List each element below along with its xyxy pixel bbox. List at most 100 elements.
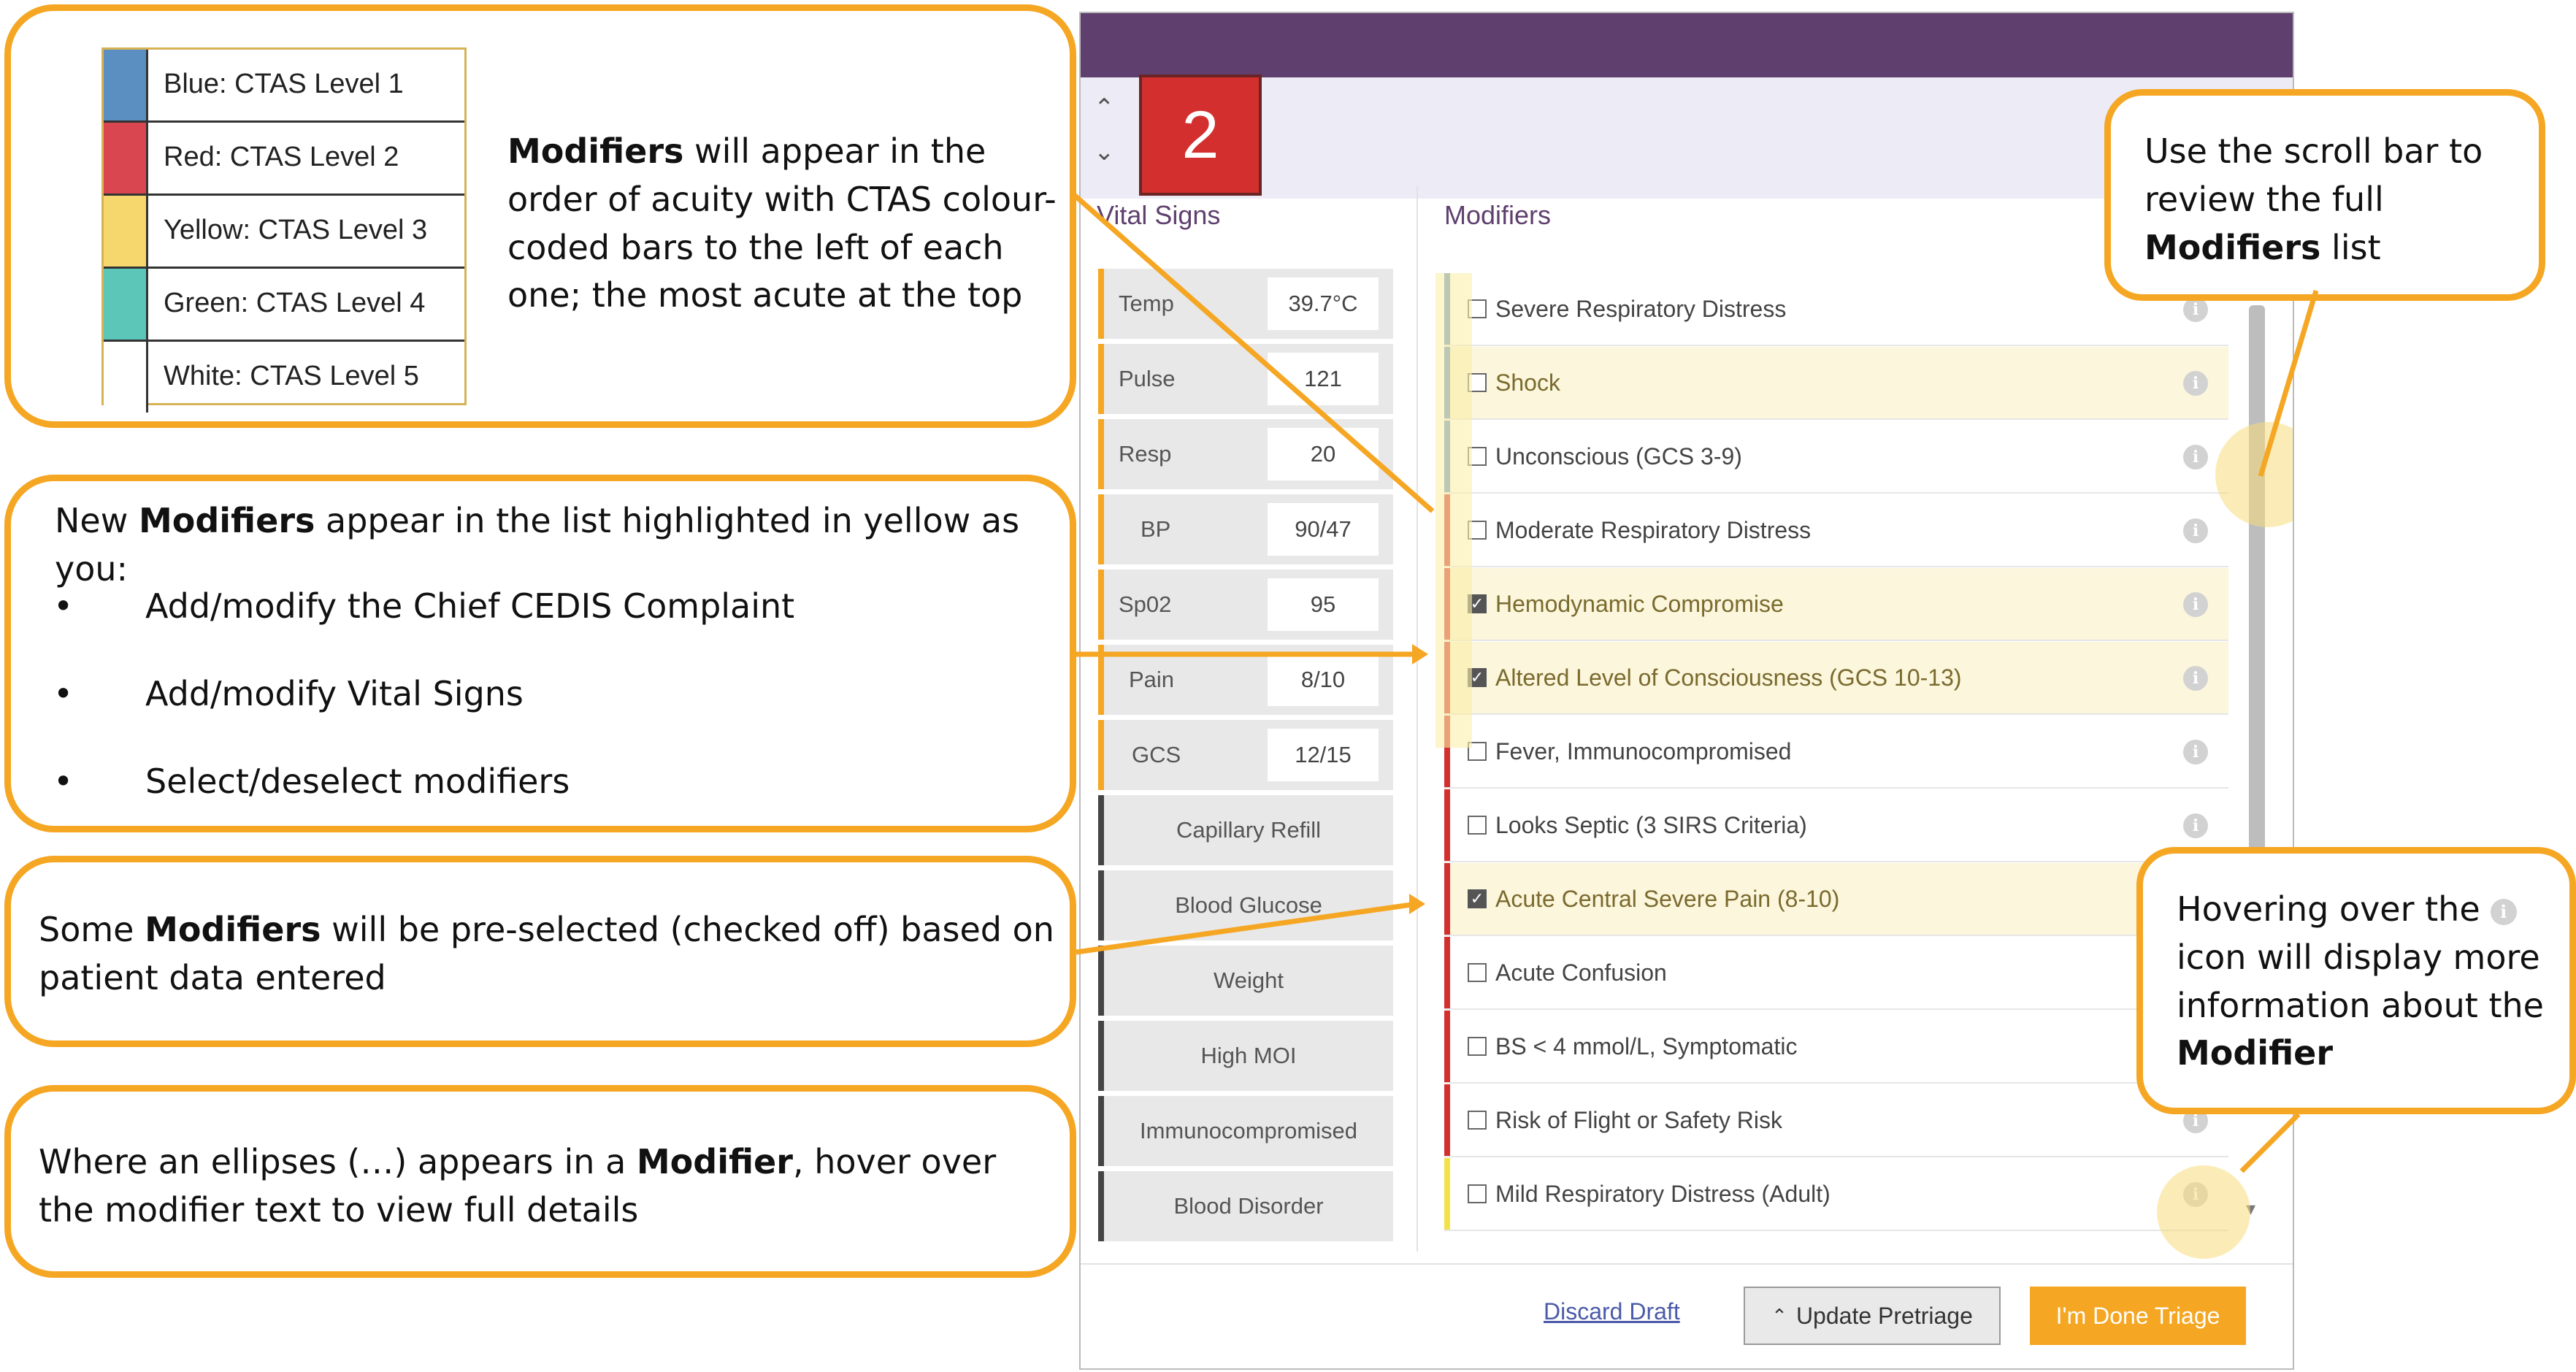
info-icon[interactable]: i: [2183, 445, 2208, 470]
vital-row-temp[interactable]: Temp 39.7°C: [1098, 269, 1393, 339]
legend-label: White: CTAS Level 5: [164, 361, 419, 391]
modifier-checkbox[interactable]: [1468, 1037, 1487, 1056]
vital-button-label: Blood Glucose: [1175, 892, 1322, 918]
vital-button-label: Weight: [1214, 967, 1284, 993]
info-icon[interactable]: i: [2183, 297, 2208, 322]
modifier-row[interactable]: ✓ Hemodynamic Compromise i: [1444, 568, 2228, 641]
callout-bold: Modifier: [2177, 1033, 2334, 1073]
modifier-checkbox[interactable]: [1468, 1111, 1487, 1130]
modifier-row[interactable]: Acute Confusioni: [1444, 937, 2228, 1010]
vital-row-pain[interactable]: Pain 8/10: [1098, 645, 1393, 715]
callout-body: icon will display more information about…: [2177, 937, 2544, 1025]
modifier-label: Moderate Respiratory Distress: [1495, 517, 1812, 543]
modifier-label: Severe Respiratory Distress: [1495, 296, 1787, 322]
weight-button[interactable]: Weight: [1098, 946, 1393, 1016]
callout-ellipses-hover: Where an ellipses (…) appears in a Modif…: [4, 1085, 1076, 1278]
ctas-color-bar: [1444, 789, 1450, 861]
vital-value-field[interactable]: 8/10: [1268, 654, 1379, 706]
modifier-row[interactable]: Risk of Flight or Safety Risk i: [1444, 1084, 2228, 1157]
legend-row: Green: CTAS Level 4: [104, 269, 464, 342]
callout-text: Modifiers will appear in the order of ac…: [507, 128, 1062, 320]
chevron-up-icon[interactable]: ⌃: [1094, 93, 1115, 123]
modifier-checkbox[interactable]: [1468, 816, 1487, 835]
modifier-label: Fever, Immunocompromised: [1495, 738, 1792, 764]
callout-text: Where an ellipses (…) appears in a Modif…: [39, 1138, 1061, 1235]
ctas-color-legend: Blue: CTAS Level 1 Red: CTAS Level 2 Yel…: [101, 47, 467, 413]
callout-body: Hovering over the: [2177, 889, 2480, 929]
app-top-bar: [1081, 13, 2293, 77]
callout-info-icon-hover: Hovering over the i icon will display mor…: [2136, 847, 2576, 1114]
vital-value-field[interactable]: 20: [1268, 428, 1379, 480]
modifier-row[interactable]: ✓ Altered Level of Consciousness (GCS 10-…: [1444, 642, 2228, 715]
ctas-color-bar: [1444, 937, 1450, 1008]
callout-scroll-bar: Use the scroll bar to review the full Mo…: [2104, 89, 2545, 301]
modifier-scrollbar-thumb[interactable]: [2249, 305, 2265, 860]
chevron-up-icon: ⌃: [1771, 1304, 1787, 1327]
legend-swatch: [104, 342, 148, 413]
modifier-row[interactable]: Looks Septic (3 SIRS Criteria) i: [1444, 789, 2228, 862]
modifier-row[interactable]: Fever, Immunocompromised i: [1444, 716, 2228, 789]
high-moi-button[interactable]: High MOI: [1098, 1021, 1393, 1091]
vital-row-bp[interactable]: BP 90/47: [1098, 494, 1393, 564]
modifier-row[interactable]: Moderate Respiratory Distress i: [1444, 494, 2228, 567]
legend-swatch: [104, 123, 148, 193]
info-icon[interactable]: i: [2183, 371, 2208, 396]
modifier-row[interactable]: Unconscious (GCS 3-9) i: [1444, 421, 2228, 494]
modifier-row[interactable]: BS < 4 mmol/L, Symptomatici: [1444, 1011, 2228, 1084]
callout-bold: Modifier: [636, 1142, 793, 1181]
modifier-label: Altered Level of Consciousness (GCS 10-1…: [1495, 664, 1962, 691]
info-icon[interactable]: i: [2183, 740, 2208, 764]
callout-bold: Modifiers: [2144, 227, 2321, 267]
callout-body: Where an ellipses (…) appears in a: [39, 1142, 637, 1181]
info-icon[interactable]: i: [2183, 592, 2208, 617]
info-icon[interactable]: i: [2183, 518, 2208, 543]
vital-row-resp[interactable]: Resp 20: [1098, 419, 1393, 489]
new-modifier-highlight-strip: [1435, 273, 1472, 748]
capillary-refill-button[interactable]: Capillary Refill: [1098, 795, 1393, 865]
legend-label: Green: CTAS Level 4: [164, 288, 426, 318]
update-pretriage-button[interactable]: ⌃ Update Pretriage: [1744, 1287, 2001, 1345]
vital-value-field[interactable]: 95: [1268, 578, 1379, 631]
modifier-checkbox[interactable]: [1468, 963, 1487, 982]
modifier-row[interactable]: ✓Acute Central Severe Pain (8-10)i: [1444, 863, 2228, 936]
blood-glucose-button[interactable]: Blood Glucose: [1098, 870, 1393, 940]
modifiers-title: Modifiers: [1444, 200, 1552, 230]
callout-bold: Modifiers: [145, 910, 321, 949]
modifier-label: Mild Respiratory Distress (Adult): [1495, 1181, 1831, 1207]
modifier-row[interactable]: Shock i: [1444, 347, 2228, 420]
done-triage-button[interactable]: I'm Done Triage: [2030, 1287, 2246, 1345]
vital-label: Pain: [1129, 667, 1175, 692]
info-icon[interactable]: i: [2183, 813, 2208, 838]
vital-row-spo2[interactable]: Sp02 95: [1098, 570, 1393, 640]
vital-value-field[interactable]: 121: [1268, 353, 1379, 405]
legend-row: White: CTAS Level 5: [104, 342, 464, 413]
legend-swatch: [104, 269, 148, 340]
vital-label: Pulse: [1119, 366, 1176, 391]
modifier-label: BS < 4 mmol/L, Symptomatic: [1495, 1033, 1798, 1059]
ctas-color-bar: [1444, 1084, 1450, 1156]
legend-label: Yellow: CTAS Level 3: [164, 215, 428, 245]
modifier-label: Risk of Flight or Safety Risk: [1495, 1107, 1782, 1133]
discard-draft-link[interactable]: Discard Draft: [1544, 1298, 1680, 1325]
vital-value-field[interactable]: 39.7°C: [1268, 277, 1379, 330]
bullet-text: Select/deselect modifiers: [145, 762, 570, 801]
modifier-checkbox[interactable]: ✓: [1468, 889, 1487, 908]
info-icon[interactable]: i: [2183, 666, 2208, 691]
modifier-checkbox[interactable]: [1468, 1184, 1487, 1203]
callout-text: Hovering over the i icon will display mor…: [2177, 886, 2564, 1078]
update-pretriage-label: Update Pretriage: [1795, 1302, 1973, 1329]
modifier-row[interactable]: Mild Respiratory Distress (Adult)i: [1444, 1158, 2228, 1231]
vital-value-field[interactable]: 90/47: [1268, 503, 1379, 556]
immunocompromised-button[interactable]: Immunocompromised: [1098, 1096, 1393, 1166]
chevron-down-icon[interactable]: ⌄: [1094, 137, 1115, 166]
vital-value-field[interactable]: 12/15: [1268, 729, 1379, 781]
vital-row-pulse[interactable]: Pulse 121: [1098, 344, 1393, 414]
vital-row-gcs[interactable]: GCS 12/15: [1098, 720, 1393, 790]
blood-disorder-button[interactable]: Blood Disorder: [1098, 1171, 1393, 1241]
legend-label: Red: CTAS Level 2: [164, 142, 399, 172]
legend-swatch: [104, 50, 148, 120]
callout-body: New: [55, 501, 139, 540]
vital-label: Sp02: [1119, 591, 1172, 617]
modifier-label: Acute Confusion: [1495, 959, 1667, 986]
vital-button-label: High MOI: [1200, 1043, 1297, 1068]
